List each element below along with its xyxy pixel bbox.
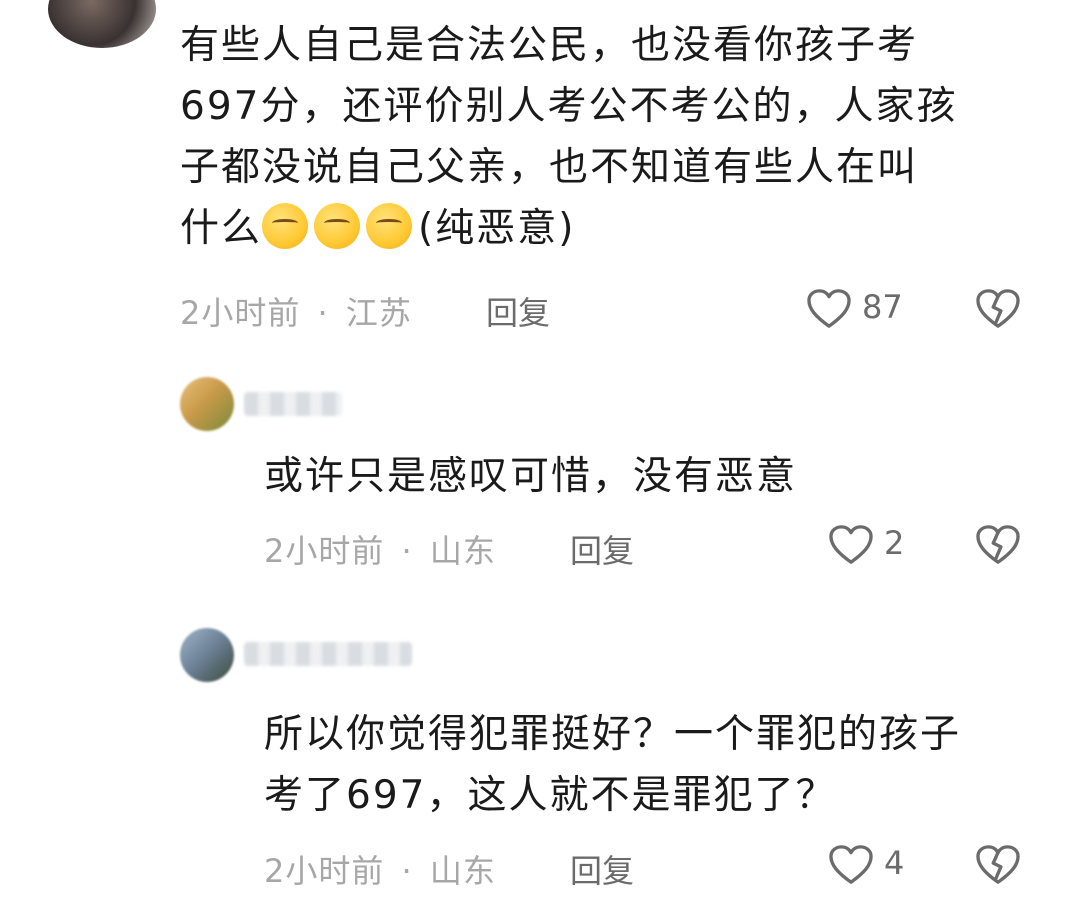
face-with-steam-emoji-icon	[262, 203, 309, 249]
username-blurred[interactable]	[244, 642, 412, 666]
username-blurred[interactable]	[244, 392, 342, 416]
reply-button[interactable]: 回复	[570, 526, 634, 572]
broken-heart-icon[interactable]	[975, 524, 1021, 566]
broken-heart-icon[interactable]	[975, 844, 1021, 886]
comment-line-text: 什么	[180, 206, 263, 251]
reply-meta: 2小时前 · 山东	[264, 846, 496, 892]
reply-location: 山东	[429, 532, 496, 570]
like-count: 4	[884, 844, 905, 882]
reply-text: 所以你觉得犯罪挺好？一个罪犯的孩子 考了697，这人就不是罪犯了？	[264, 704, 1044, 826]
reply-location: 山东	[429, 852, 496, 890]
reply-button[interactable]: 回复	[570, 846, 634, 892]
comment-time: 2小时前	[180, 294, 301, 332]
heart-icon[interactable]	[828, 844, 874, 886]
comment-line: 有些人自己是合法公民，也没看你孩子考	[180, 23, 919, 68]
heart-icon[interactable]	[806, 288, 852, 330]
comment-suffix: (纯恶意)	[418, 206, 576, 251]
avatar[interactable]	[48, 0, 156, 48]
reply-time: 2小时前	[264, 852, 385, 890]
broken-heart-icon[interactable]	[975, 288, 1021, 330]
avatar[interactable]	[180, 628, 234, 682]
reply-line: 所以你觉得犯罪挺好？一个罪犯的孩子	[264, 712, 962, 757]
separator: ·	[401, 532, 413, 570]
comment-line: 什么 (纯恶意)	[180, 198, 1050, 259]
face-with-steam-emoji-icon	[314, 203, 361, 249]
comment-text: 有些人自己是合法公民，也没看你孩子考 697分，还评价别人考公不考公的，人家孩 …	[180, 15, 1050, 259]
separator: ·	[401, 852, 413, 890]
reply-time: 2小时前	[264, 532, 385, 570]
reply-text: 或许只是感叹可惜，没有恶意	[264, 446, 1044, 507]
reply-line: 或许只是感叹可惜，没有恶意	[264, 454, 798, 499]
comment-line: 697分，还评价别人考公不考公的，人家孩	[180, 84, 958, 129]
reply-button[interactable]: 回复	[486, 288, 550, 334]
face-with-steam-emoji-icon	[366, 203, 413, 249]
avatar[interactable]	[180, 377, 234, 431]
separator: ·	[317, 294, 329, 332]
like-count: 87	[862, 288, 903, 326]
like-count: 2	[884, 524, 905, 562]
comment-location: 江苏	[345, 294, 412, 332]
reply-meta: 2小时前 · 山东	[264, 526, 496, 572]
heart-icon[interactable]	[828, 524, 874, 566]
reply-line: 考了697，这人就不是罪犯了？	[264, 773, 837, 818]
comment-line: 子都没说自己父亲，也不知道有些人在叫	[180, 145, 919, 190]
comment-meta: 2小时前 · 江苏	[180, 288, 412, 334]
